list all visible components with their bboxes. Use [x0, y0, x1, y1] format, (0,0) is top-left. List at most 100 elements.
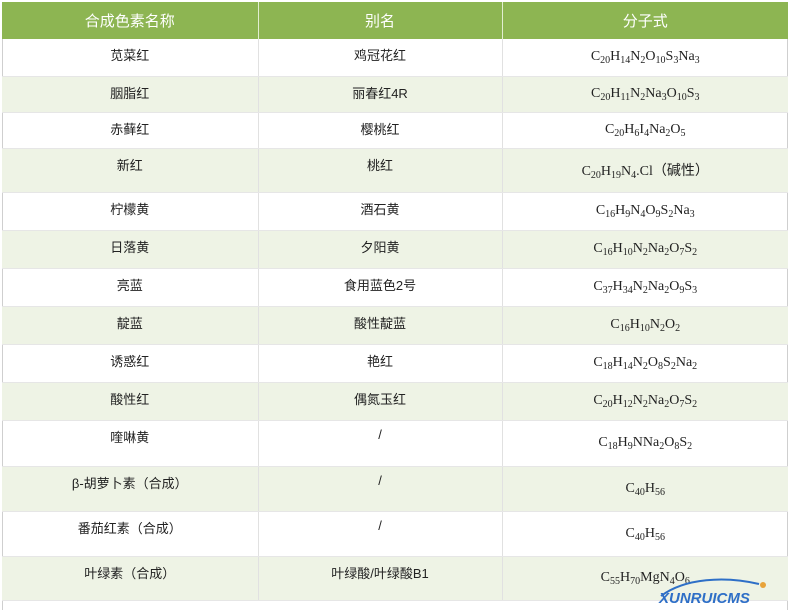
formula-element: C — [595, 203, 606, 218]
formula-cell: C40H56 — [502, 511, 788, 557]
formula-element: O — [669, 393, 680, 408]
formula-element: O — [647, 355, 659, 370]
alias-cell: / — [258, 511, 503, 557]
formula-element: C — [604, 122, 615, 137]
formula-element: H — [610, 49, 621, 65]
pigment-name-cell: 柠檬黄 — [2, 192, 259, 231]
formula-subscript: 55 — [610, 576, 621, 587]
pigment-name-cell: 酸性红 — [2, 382, 259, 421]
formula-subscript: 20 — [600, 92, 611, 103]
formula-element: H — [612, 355, 623, 370]
table-row: 柠檬黄 酒石黄 C16H9N4O9S2Na3 — [2, 192, 788, 231]
table-row: 日落黄 夕阳黄 C16H10N2Na2O7S2 — [2, 230, 788, 269]
formula-element: H — [624, 122, 635, 137]
formula-element: N — [630, 203, 641, 218]
formula-element: C — [610, 317, 620, 332]
formula-element: N — [649, 317, 660, 332]
formula-subscript: 56 — [654, 531, 665, 543]
table-row: β-胡萝卜素（合成） / C40H56 — [2, 466, 788, 512]
header-formula: 分子式 — [502, 2, 788, 39]
alias-cell: / — [258, 420, 503, 467]
header-pigment-name: 合成色素名称 — [2, 2, 259, 39]
formula-subscript: 16 — [605, 209, 616, 220]
formula-subscript: 3 — [689, 209, 695, 220]
watermark-graphic: XUNRUICMS — [658, 578, 766, 607]
formula-element: O — [666, 86, 677, 101]
alias-cell: 食用蓝色2号 — [258, 268, 503, 307]
formula-element: S — [679, 435, 688, 450]
formula-element: S — [684, 279, 693, 294]
alias-cell: 桃红 — [258, 148, 503, 193]
formula-element: Na — [647, 393, 665, 408]
formula-subscript: 20 — [602, 399, 613, 410]
formula-element: O — [664, 317, 676, 332]
formula-subscript: 34 — [622, 285, 633, 296]
formula-element: N — [621, 164, 632, 179]
pigment-name-cell: 新红 — [2, 148, 259, 193]
formula-subscript: 11 — [620, 92, 631, 103]
formula-element: C — [593, 241, 603, 256]
formula-subscript: 20 — [614, 128, 625, 139]
formula-element: H — [612, 393, 623, 408]
formula-element: H — [617, 435, 628, 450]
formula-element: H — [644, 525, 655, 541]
pigment-name-cell: 日落黄 — [2, 230, 259, 269]
formula-subscript: 56 — [654, 486, 665, 498]
formula-subscript: 2 — [687, 441, 693, 452]
formula-cell: C16H10N2O2 — [502, 306, 788, 345]
formula-element: Na — [675, 355, 693, 370]
formula-subscript: 2 — [692, 247, 698, 258]
table-row: 酸性红 偶氮玉红 C20H12N2Na2O7S2 — [2, 382, 788, 421]
formula-subscript: 10 — [639, 323, 650, 334]
formula-subscript: 16 — [619, 323, 630, 334]
formula-subscript: 10 — [622, 247, 633, 258]
formula-element: C — [581, 164, 591, 179]
formula-subscript: 3 — [694, 55, 700, 67]
formula-subscript: 18 — [607, 441, 618, 452]
formula-element: N — [632, 241, 643, 256]
formula-element: O — [645, 203, 656, 218]
formula-subscript: 20 — [590, 170, 601, 181]
formula-element: N — [632, 355, 643, 370]
pigment-name-cell: 靛蓝 — [2, 306, 259, 345]
formula-element: Na — [673, 203, 690, 218]
formula-element: H — [629, 317, 640, 332]
site-watermark-logo: XUNRUICMS — [655, 574, 785, 608]
formula-cell: C20H14N2O10S3Na3 — [502, 39, 788, 77]
formula-cell: C18H14N2O8S2Na2 — [502, 344, 788, 383]
alias-cell: 酸性靛蓝 — [258, 306, 503, 345]
alias-cell: 丽春红4R — [258, 76, 503, 113]
table-row: 番茄红素（合成） / C40H56 — [2, 511, 788, 557]
formula-subscript: 19 — [611, 170, 622, 181]
formula-element: Na — [645, 86, 662, 101]
formula-subscript: 3 — [692, 285, 698, 296]
formula-subscript: 2 — [692, 399, 698, 410]
formula-cell: C20H12N2Na2O7S2 — [502, 382, 788, 421]
pigment-name-cell: 苋菜红 — [2, 39, 259, 77]
formula-element: H — [620, 570, 631, 585]
pigment-name-cell: 胭脂红 — [2, 76, 259, 113]
formula-cell: C20H6I4Na2O5 — [502, 112, 788, 149]
table-row: 诱惑红 艳红 C18H14N2O8S2Na2 — [2, 344, 788, 383]
pigment-name-cell: 诱惑红 — [2, 344, 259, 383]
formula-element: N — [632, 279, 643, 294]
table-row: 喹啉黄 / C18H9NNa2O8S2 — [2, 420, 788, 467]
formula-subscript: 10 — [676, 92, 687, 103]
formula-subscript: 12 — [622, 399, 633, 410]
alias-cell: 叶绿酸/叶绿酸B1 — [258, 556, 503, 601]
formula-element: H — [610, 86, 621, 101]
table-body: 苋菜红 鸡冠花红 C20H14N2O10S3Na3 胭脂红 丽春红4R C20H11N2N… — [2, 39, 788, 601]
formula-subscript: 10 — [655, 55, 666, 67]
formula-subscript: 14 — [622, 361, 633, 372]
formula-element: Na — [647, 241, 665, 256]
formula-element: C — [590, 49, 601, 65]
table-row: 赤藓红 樱桃红 C20H6I4Na2O5 — [2, 112, 788, 149]
formula-element: H — [612, 241, 623, 256]
alias-cell: 偶氮玉红 — [258, 382, 503, 421]
formula-element: O — [670, 122, 681, 137]
formula-element: O — [669, 241, 680, 256]
formula-element: C — [600, 570, 611, 585]
formula-cell: C16H10N2Na2O7S2 — [502, 230, 788, 269]
formula-subscript: 70 — [630, 576, 641, 587]
formula-element: O — [664, 435, 675, 450]
